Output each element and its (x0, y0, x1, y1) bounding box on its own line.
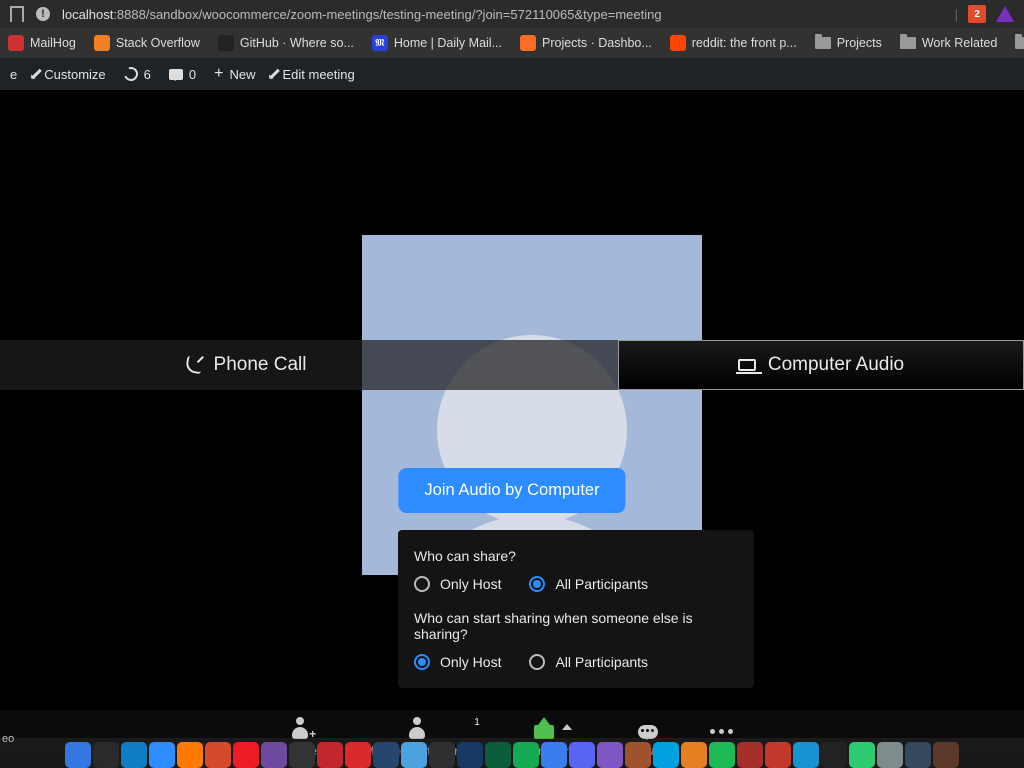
dailymail-icon: 𝕸 (372, 35, 388, 51)
new-item[interactable]: +New (214, 66, 255, 82)
phone-icon (184, 356, 203, 375)
updates-item[interactable]: 6 (124, 67, 151, 82)
bookmark-reddit[interactable]: reddit: the front p... (670, 35, 797, 51)
github-icon (218, 35, 234, 51)
folder-icon (815, 37, 831, 49)
dock-app-5[interactable] (205, 742, 231, 768)
dock-app-15[interactable] (485, 742, 511, 768)
info-icon[interactable]: ! (36, 7, 50, 21)
dock-app-8[interactable] (289, 742, 315, 768)
refresh-icon (121, 65, 140, 84)
radio-q2-only-host[interactable]: Only Host (414, 654, 501, 670)
participants-icon (408, 725, 426, 739)
folder-icon (900, 37, 916, 49)
dock-app-30[interactable] (905, 742, 931, 768)
bookmark-folder-tutorial[interactable]: Tutorial (1015, 36, 1024, 50)
more-icon (710, 729, 733, 734)
dock-app-7[interactable] (261, 742, 287, 768)
stackoverflow-icon (94, 35, 110, 51)
dock-app-4[interactable] (177, 742, 203, 768)
dock-app-27[interactable] (821, 742, 847, 768)
dock-app-19[interactable] (597, 742, 623, 768)
dock-app-1[interactable] (93, 742, 119, 768)
bookmark-gitlab[interactable]: Projects · Dashbo... (520, 35, 652, 51)
edit-meeting-item[interactable]: Edit meeting (273, 67, 354, 82)
dock-app-6[interactable] (233, 742, 259, 768)
browser-url-bar: ! localhost:8888/sandbox/woocommerce/zoo… (0, 0, 1024, 28)
bookmark-mailhog[interactable]: MailHog (8, 35, 76, 51)
dock-app-2[interactable] (121, 742, 147, 768)
share-screen-icon (534, 725, 554, 739)
audio-join-tabs: Phone Call Computer Audio (0, 340, 1024, 390)
bookmark-dailymail[interactable]: 𝕸Home | Daily Mail... (372, 35, 502, 51)
tab-phone-call[interactable]: Phone Call (0, 340, 492, 390)
chat-icon (638, 725, 658, 739)
zoom-meeting-stage: Phone Call Computer Audio Join Audio by … (0, 90, 1024, 768)
radio-icon (414, 576, 430, 592)
dock-app-21[interactable] (653, 742, 679, 768)
dock-app-24[interactable] (737, 742, 763, 768)
gitlab-icon (520, 35, 536, 51)
site-name-item[interactable]: e (10, 67, 17, 82)
radio-q2-all-participants[interactable]: All Participants (529, 654, 648, 670)
radio-icon (529, 654, 545, 670)
tab-computer-audio[interactable]: Computer Audio (618, 340, 1024, 390)
dock-app-31[interactable] (933, 742, 959, 768)
customize-item[interactable]: Customize (35, 67, 105, 82)
dock-app-3[interactable] (149, 742, 175, 768)
brave-rewards-icon[interactable] (996, 6, 1014, 22)
bookmark-folder-work[interactable]: Work Related (900, 36, 998, 50)
radio-icon (529, 576, 545, 592)
dock-app-14[interactable] (457, 742, 483, 768)
dock-app-26[interactable] (793, 742, 819, 768)
folder-icon (1015, 37, 1024, 49)
dock-app-9[interactable] (317, 742, 343, 768)
dock-app-0[interactable] (65, 742, 91, 768)
invite-icon: + (294, 725, 312, 739)
participant-avatar (362, 235, 702, 575)
comment-icon (169, 69, 183, 80)
wp-admin-bar: e Customize 6 0 +New Edit meeting (0, 58, 1024, 90)
dock-app-25[interactable] (765, 742, 791, 768)
pencil-icon (270, 69, 281, 80)
question-who-can-share: Who can share? (414, 548, 738, 564)
chevron-up-icon[interactable] (562, 724, 572, 730)
dock-app-16[interactable] (513, 742, 539, 768)
share-screen-settings-popover: Who can share? Only Host All Participant… (398, 530, 754, 688)
comments-item[interactable]: 0 (169, 67, 196, 82)
dock-app-28[interactable] (849, 742, 875, 768)
laptop-icon (738, 359, 756, 371)
dock-app-20[interactable] (625, 742, 651, 768)
dock-app-18[interactable] (569, 742, 595, 768)
dock-app-11[interactable] (373, 742, 399, 768)
bookmark-stackoverflow[interactable]: Stack Overflow (94, 35, 200, 51)
macos-dock[interactable] (0, 738, 1024, 768)
plus-icon: + (214, 66, 223, 82)
bookmark-github[interactable]: GitHub · Where so... (218, 35, 354, 51)
dock-app-13[interactable] (429, 742, 455, 768)
brave-shield-icon[interactable]: 2 (968, 5, 986, 23)
reddit-icon (670, 35, 686, 51)
bookmark-icon[interactable] (10, 6, 24, 22)
join-audio-button[interactable]: Join Audio by Computer (398, 468, 625, 513)
radio-q1-only-host[interactable]: Only Host (414, 576, 501, 592)
mailhog-icon (8, 35, 24, 51)
bookmark-folder-projects[interactable]: Projects (815, 36, 882, 50)
dock-app-22[interactable] (681, 742, 707, 768)
url-text[interactable]: localhost:8888/sandbox/woocommerce/zoom-… (62, 7, 943, 22)
active-tab-pointer (729, 390, 749, 400)
radio-q1-all-participants[interactable]: All Participants (529, 576, 648, 592)
radio-icon (414, 654, 430, 670)
dock-app-12[interactable] (401, 742, 427, 768)
bookmarks-bar: MailHog Stack Overflow GitHub · Where so… (0, 28, 1024, 58)
brush-icon (31, 69, 42, 80)
dock-app-23[interactable] (709, 742, 735, 768)
participants-count: 1 (474, 717, 480, 728)
dock-app-17[interactable] (541, 742, 567, 768)
question-who-can-start-sharing: Who can start sharing when someone else … (414, 610, 738, 642)
dock-app-10[interactable] (345, 742, 371, 768)
dock-app-29[interactable] (877, 742, 903, 768)
